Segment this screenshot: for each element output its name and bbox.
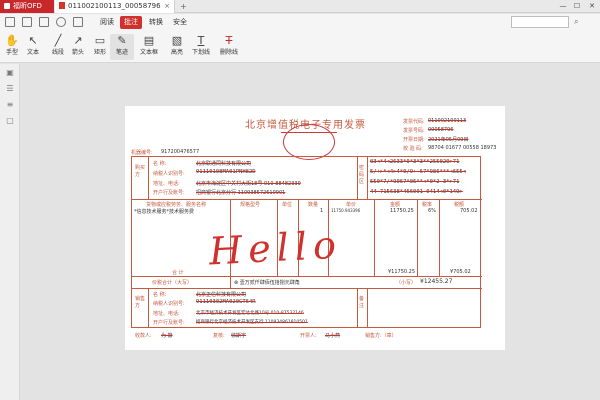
document-page: 北京增值税电子专用发票 发票代码: 011002100113 发票号码: 000… [125, 106, 505, 350]
title-bar: 福昕OFD 011002100113_00058796 × + — ☐ ✕ [0, 0, 600, 13]
grand-total-value: ¥12455.27 [420, 278, 453, 285]
tool-strikethrough[interactable]: T 删除线 [217, 34, 241, 60]
underline-icon: T [197, 34, 205, 47]
official-seal [283, 124, 335, 160]
app-logo-icon [4, 2, 10, 9]
menu-security[interactable]: 安全 [169, 16, 191, 29]
app-name: 福昕OFD [13, 2, 42, 10]
highlight-icon: ▧ [171, 34, 183, 47]
menu-convert[interactable]: 转换 [145, 16, 167, 29]
grand-total-words: ⊗ 壹万贰仟肆佰伍拾捌元肆角 [234, 280, 300, 286]
total-amount: ¥11750.25 [388, 269, 416, 275]
open-folder-icon[interactable] [22, 17, 32, 27]
close-window-button[interactable]: ✕ [585, 0, 599, 13]
pen-icon: ✎ [117, 34, 127, 47]
thumbnail-icon[interactable]: ▣ [5, 68, 15, 78]
menu-icon[interactable] [5, 17, 15, 27]
save-icon[interactable] [39, 17, 49, 27]
page-icon[interactable]: ▢ [5, 116, 15, 126]
tool-highlight[interactable]: ▧ 高亮 [165, 34, 189, 60]
tool-rectangle[interactable]: ▭ 矩形 [88, 34, 112, 60]
menu-read[interactable]: 阅读 [96, 16, 118, 29]
left-sidebar: ▣ ☰ ≡ ▢ [0, 64, 20, 400]
cursor-icon: ↖ [28, 34, 38, 47]
minimize-button[interactable]: — [556, 0, 570, 13]
item-tax: 705.02 [460, 208, 478, 214]
menu-bar: 阅读 批注 转换 安全 [0, 14, 600, 31]
search-input[interactable] [511, 16, 569, 28]
print-icon[interactable] [56, 17, 66, 27]
maximize-button[interactable]: ☐ [570, 0, 584, 13]
handwritten-annotation[interactable]: Hello [208, 223, 343, 274]
tool-pen[interactable]: ✎ 笔迹 [110, 34, 134, 60]
document-icon [59, 2, 65, 9]
tool-text[interactable]: ↖ 文本 [21, 34, 45, 60]
tool-arrow[interactable]: ↗ 箭头 [66, 34, 90, 60]
item-name: *信息技术服务*技术服务费 [134, 209, 195, 215]
document-tab-label: 011002100113_00058796 [68, 2, 161, 10]
layers-icon[interactable]: ≡ [5, 100, 15, 110]
item-price: 11750.943396 [331, 208, 361, 213]
arrow-icon: ↗ [73, 34, 83, 47]
tool-underline[interactable]: T 下划线 [189, 34, 213, 60]
item-rate: 6% [428, 208, 436, 214]
textbox-icon: ▤ [143, 34, 155, 47]
item-qty: 1 [320, 208, 324, 214]
bookmark-icon[interactable]: ☰ [5, 84, 15, 94]
close-tab-icon[interactable]: × [164, 0, 170, 13]
menu-annotate[interactable]: 批注 [120, 16, 142, 29]
new-tab-button[interactable]: + [180, 0, 187, 13]
seal-line [281, 132, 337, 133]
item-amount: 11750.25 [390, 208, 414, 214]
annotation-toolbar: ✋ 手型 ↖ 文本 ╱ 线段 ↗ 箭头 ▭ 矩形 ✎ 笔迹 ▤ 文本框 ▧ 高亮 T 下划线 T删… [0, 31, 600, 63]
document-tab[interactable]: 011002100113_00058796 × [55, 0, 175, 13]
total-tax: ¥705.02 [450, 269, 471, 275]
undo-icon[interactable] [73, 17, 83, 27]
app-tab[interactable]: 福昕OFD [0, 0, 54, 13]
search-icon[interactable]: ⌕ [574, 17, 583, 26]
rectangle-icon: ▭ [94, 34, 106, 47]
tool-textbox[interactable]: ▤ 文本框 [137, 34, 161, 60]
strikethrough-icon: T [225, 34, 233, 47]
